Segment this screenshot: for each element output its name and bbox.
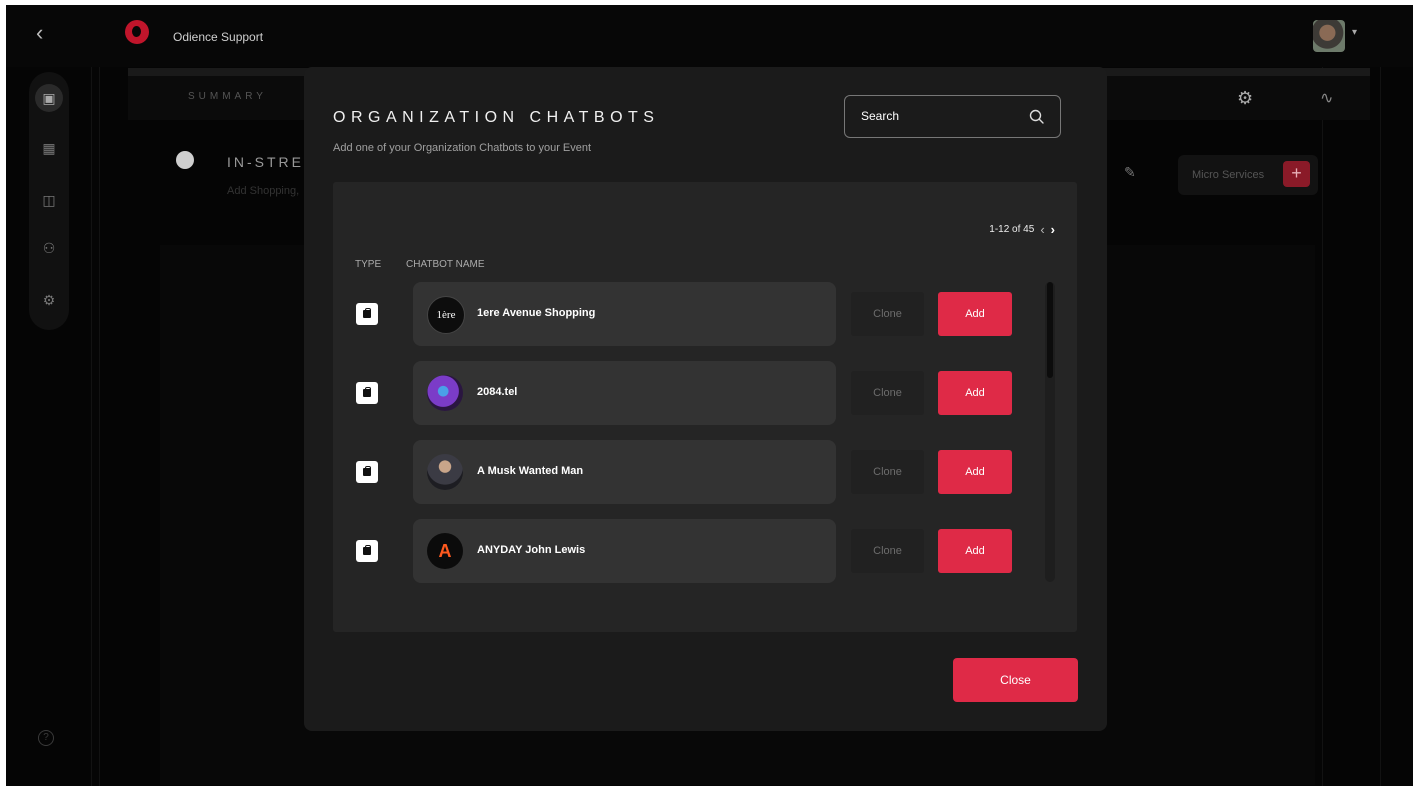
- add-micro-service-button[interactable]: +: [1283, 161, 1310, 187]
- table-row: 1ère 1ere Avenue Shopping Clone Add: [333, 282, 1033, 346]
- clone-button[interactable]: Clone: [851, 292, 924, 336]
- chatbot-logo: 1ère: [427, 296, 465, 334]
- add-button[interactable]: Add: [938, 371, 1012, 415]
- column-header-chatbot-name: CHATBOT NAME: [406, 259, 485, 270]
- chatbot-name: 1ere Avenue Shopping: [477, 307, 596, 319]
- chatbot-name: A Musk Wanted Man: [477, 465, 584, 477]
- section-subtitle: Add Shopping,: [227, 185, 300, 197]
- devices-icon[interactable]: ◫: [37, 188, 61, 212]
- divider: [1322, 67, 1323, 786]
- calendar-icon[interactable]: ▣: [35, 84, 63, 112]
- organization-chatbots-modal: ORGANIZATION CHATBOTS Add one of your Or…: [304, 67, 1107, 731]
- chatbot-list-panel: 1-12 of 45 ‹ › TYPE CHATBOT NAME 1ère 1e…: [333, 182, 1077, 632]
- add-button[interactable]: Add: [938, 292, 1012, 336]
- scrollbar[interactable]: [1045, 282, 1055, 582]
- modal-subtitle: Add one of your Organization Chatbots to…: [333, 142, 592, 154]
- table-row: A Musk Wanted Man Clone Add: [333, 440, 1033, 504]
- gear-icon[interactable]: ⚙: [37, 288, 61, 312]
- table-row: 2084.tel Clone Add: [333, 361, 1033, 425]
- search-box[interactable]: [844, 95, 1061, 138]
- chatbot-name: 2084.tel: [477, 386, 518, 398]
- close-button[interactable]: Close: [953, 658, 1078, 702]
- caret-down-icon[interactable]: ▾: [1352, 27, 1357, 38]
- chatbot-logo: [427, 375, 463, 411]
- chatbot-logo: A: [427, 533, 463, 569]
- scrollbar-thumb[interactable]: [1047, 282, 1053, 378]
- pagination-label: 1-12 of 45: [989, 224, 1035, 235]
- film-icon[interactable]: ▦: [37, 136, 61, 160]
- chevron-right-icon[interactable]: ›: [1051, 222, 1055, 237]
- chevron-left-icon[interactable]: ‹: [1040, 222, 1044, 237]
- add-button[interactable]: Add: [938, 450, 1012, 494]
- pencil-icon[interactable]: ✎: [1124, 164, 1136, 181]
- section-title: IN-STREA: [227, 154, 317, 170]
- chatbot-name: ANYDAY John Lewis: [477, 544, 586, 556]
- search-input[interactable]: [859, 108, 1023, 124]
- shopping-bag-icon: [356, 382, 378, 404]
- help-icon[interactable]: ?: [38, 730, 54, 746]
- modal-title: ORGANIZATION CHATBOTS: [333, 109, 660, 126]
- brand-logo: [125, 20, 149, 44]
- clone-button[interactable]: Clone: [851, 371, 924, 415]
- shopping-bag-icon: [356, 540, 378, 562]
- add-button[interactable]: Add: [938, 529, 1012, 573]
- shopping-bag-icon: [356, 303, 378, 325]
- sidebar: ▣ ▦ ◫ ⚇ ⚙: [29, 72, 69, 330]
- divider: [91, 67, 92, 786]
- divider: [99, 67, 100, 786]
- instream-icon: [176, 151, 194, 169]
- chevron-left-icon[interactable]: ‹: [36, 22, 43, 44]
- clone-button[interactable]: Clone: [851, 450, 924, 494]
- user-avatar[interactable]: [1313, 20, 1345, 52]
- pagination: 1-12 of 45 ‹ ›: [989, 222, 1055, 237]
- clone-button[interactable]: Clone: [851, 529, 924, 573]
- tab-summary[interactable]: SUMMARY: [188, 91, 267, 102]
- table-row: A ANYDAY John Lewis Clone Add: [333, 519, 1033, 583]
- divider: [1380, 67, 1381, 786]
- users-icon[interactable]: ⚇: [37, 236, 61, 260]
- shopping-bag-icon: [356, 461, 378, 483]
- column-header-type: TYPE: [355, 259, 382, 270]
- chatbot-card: A Musk Wanted Man: [413, 440, 836, 504]
- org-name: Odience Support: [173, 30, 264, 44]
- chatbot-logo: [427, 454, 463, 490]
- chatbot-card: A ANYDAY John Lewis: [413, 519, 836, 583]
- screen-border-left: [0, 0, 6, 789]
- search-icon[interactable]: [1028, 108, 1046, 126]
- chatbot-card: 1ère 1ere Avenue Shopping: [413, 282, 836, 346]
- trend-icon[interactable]: ∿: [1320, 88, 1333, 108]
- chatbot-card: 2084.tel: [413, 361, 836, 425]
- gear-icon[interactable]: ⚙: [1237, 88, 1253, 109]
- micro-services-label: Micro Services: [1192, 169, 1265, 181]
